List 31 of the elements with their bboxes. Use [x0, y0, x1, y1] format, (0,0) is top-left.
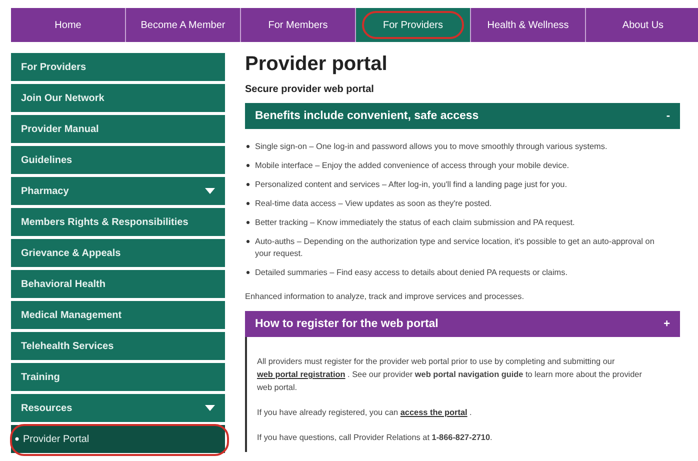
paragraph: Enhanced information to analyze, track and improve services and processes. [245, 291, 525, 303]
sidebar-item[interactable]: Training [11, 363, 225, 391]
text-link[interactable]: access the portal [400, 408, 468, 417]
accordion-header[interactable]: Benefits include convenient, safe access - [245, 103, 680, 129]
accordion-header[interactable]: How to register for the web portal + [245, 311, 680, 337]
sidebar-item[interactable]: Provider Manual [11, 115, 225, 143]
text-link[interactable]: web portal registration [257, 370, 346, 379]
caret-icon [205, 405, 215, 411]
sidebar-item[interactable]: Join Our Network [11, 84, 225, 112]
sidebar-item[interactable]: Behavioral Health [11, 270, 225, 298]
sidebar-item[interactable]: Telehealth Services [11, 332, 225, 360]
toggle-sign[interactable]: + [664, 318, 670, 330]
nav-tab[interactable]: Become A Member [126, 8, 241, 42]
nav-tab[interactable]: Health & Wellness [471, 8, 586, 42]
nav-tab[interactable]: Home [11, 8, 126, 42]
paragraph: If you have already registered, you can access the portal . [257, 407, 473, 419]
sidebar-item[interactable]: Grievance & Appeals [11, 239, 225, 267]
paragraph: All providers must register for the provider web portal prior to use by completing and submitting our web portal registration . See our provider web portal navigation guide to learn more about the provider web portal. [257, 356, 643, 394]
page-subtitle: Secure provider web portal [245, 84, 375, 95]
nav-tab[interactable]: For Providers [356, 8, 471, 42]
toggle-sign[interactable]: - [666, 110, 670, 122]
sidebar-item[interactable]: Resources [11, 394, 225, 422]
nav-tab[interactable]: About Us [586, 8, 698, 42]
sidebar-item[interactable]: Pharmacy [11, 177, 225, 205]
page-title: Provider portal [245, 53, 388, 76]
sidebar-item[interactable]: For Providers [11, 53, 225, 81]
sidebar-item[interactable]: Guidelines [11, 146, 225, 174]
sidebar-item[interactable]: Members Rights & Responsibilities [11, 208, 225, 236]
paragraph: If you have questions, call Provider Relations at 1-866-827-2710. [257, 432, 494, 444]
caret-icon [205, 188, 215, 194]
sidebar-item[interactable]: Medical Management [11, 301, 225, 329]
